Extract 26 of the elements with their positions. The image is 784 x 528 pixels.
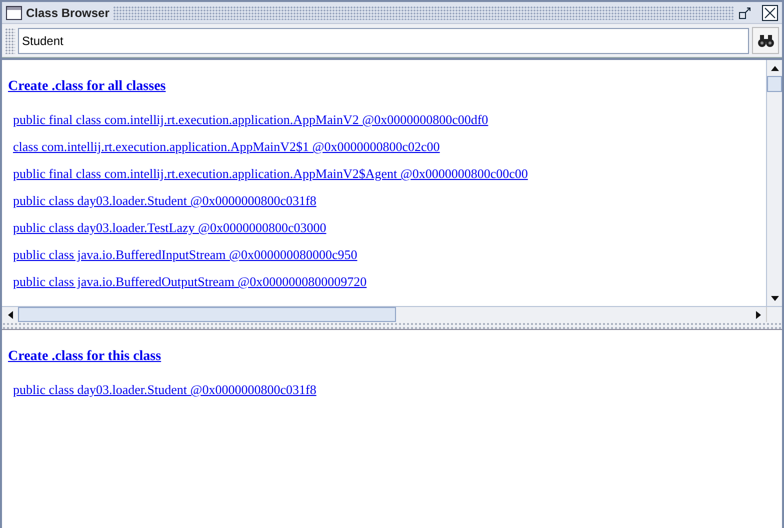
class-link[interactable]: public final class com.intellij.rt.execution.application.AppMainV2 @0x0000000800c00df0 bbox=[13, 110, 488, 129]
search-field[interactable]: Student bbox=[18, 28, 749, 54]
create-class-link[interactable]: Create .class for all classes bbox=[8, 76, 166, 97]
window-icon bbox=[6, 6, 22, 20]
horizontal-scrollbar[interactable] bbox=[2, 306, 782, 322]
class-link[interactable]: class com.intellij.rt.execution.application.AppMainV2$1 @0x0000000800c02c00 bbox=[13, 137, 440, 156]
class-link[interactable]: public class day03.loader.Student @0x0000000800c031f8 bbox=[13, 380, 316, 399]
create-class-link[interactable]: Create .class for this class bbox=[8, 346, 162, 367]
class-link[interactable]: public class day03.loader.TestLazy @0x0000000800c03000 bbox=[13, 218, 326, 237]
window-title: Class Browser bbox=[26, 4, 110, 22]
close-icon[interactable] bbox=[762, 4, 778, 20]
scrollbar-thumb[interactable] bbox=[767, 76, 782, 92]
right-arrow-icon[interactable] bbox=[756, 310, 760, 318]
vertical-scrollbar[interactable] bbox=[766, 60, 782, 306]
binoculars-icon bbox=[758, 34, 774, 48]
scrollbar-thumb[interactable] bbox=[18, 307, 396, 322]
class-link[interactable]: public class java.io.BufferedInputStream @0x000000080000c950 bbox=[13, 245, 358, 264]
class-link[interactable]: public class day03.loader.Student @0x0000000800c031f8 bbox=[13, 191, 316, 210]
left-arrow-icon[interactable] bbox=[8, 310, 12, 318]
down-arrow-icon[interactable] bbox=[770, 296, 778, 300]
toolbar-grip[interactable] bbox=[5, 28, 15, 54]
class-link[interactable]: public class java.io.BufferedOutputStream @0x0000000800009720 bbox=[13, 272, 367, 291]
restore-icon[interactable] bbox=[738, 6, 752, 20]
class-link[interactable]: public final class com.intellij.rt.execution.application.AppMainV2$Agent @0x0000000800c00c00 bbox=[13, 164, 528, 183]
find-button[interactable] bbox=[752, 27, 779, 54]
up-arrow-icon[interactable] bbox=[770, 66, 778, 70]
